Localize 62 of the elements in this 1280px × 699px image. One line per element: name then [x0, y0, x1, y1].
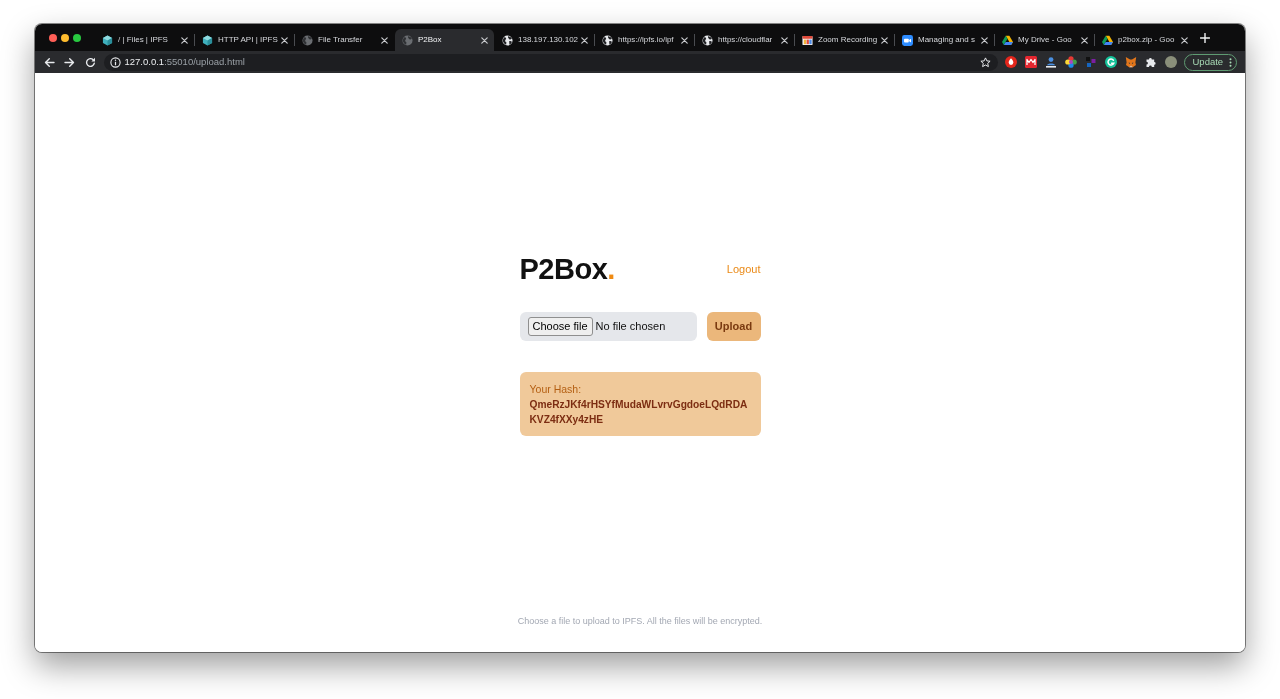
triangle-icon — [1102, 34, 1113, 46]
cube-icon — [102, 34, 113, 46]
browser-tab[interactable]: HTTP API | IPFS — [195, 29, 294, 51]
browser-tab[interactable]: 138.197.130.102 — [495, 29, 594, 51]
upload-button[interactable]: Upload — [706, 312, 761, 341]
close-icon[interactable] — [1181, 36, 1188, 44]
hash-value: QmeRzJKf4rHSYfMudaWLvrvGgdoeLQdRDAKVZ4fXXy4zHE — [529, 398, 749, 427]
close-icon[interactable] — [781, 36, 788, 44]
browser-tab[interactable]: File Transfer — [295, 29, 394, 51]
zigzag-icon[interactable] — [1024, 56, 1037, 68]
close-icon[interactable] — [881, 36, 888, 44]
back-icon[interactable] — [44, 56, 55, 68]
browser-tab[interactable]: p2box.zip - Goo — [1095, 29, 1194, 51]
browser-tab[interactable]: My Drive - Goo — [995, 29, 1094, 51]
circle-arc-icon[interactable] — [1104, 56, 1117, 68]
hash-label: Your Hash: — [529, 382, 583, 397]
close-icon[interactable] — [581, 36, 588, 44]
kebab-icon[interactable] — [1228, 57, 1232, 67]
globe-icon — [702, 34, 713, 46]
blocks-icon[interactable] — [1084, 56, 1097, 68]
browser-tab[interactable]: P2Box — [395, 29, 494, 51]
logo: P2Box. — [519, 255, 615, 284]
globe-icon — [302, 34, 313, 46]
star-icon[interactable] — [979, 56, 991, 68]
choose-file-button[interactable]: Choose file — [527, 317, 593, 336]
close-icon[interactable] — [981, 36, 988, 44]
box-icon — [802, 34, 813, 46]
cube-icon — [202, 34, 213, 46]
browser-tab[interactable]: https://cloudflar — [695, 29, 794, 51]
browser-tab[interactable]: https://ipfs.io/ipf — [595, 29, 694, 51]
window-zoom-icon[interactable] — [73, 33, 81, 42]
close-icon[interactable] — [381, 36, 388, 44]
globe-icon — [502, 34, 513, 46]
url-text: 127.0.0.1:55010/upload.html — [124, 54, 246, 69]
file-input-field[interactable]: Choose file No file chosen — [519, 312, 697, 341]
browser-tab[interactable]: Managing and s — [895, 29, 994, 51]
video-camera-icon — [902, 34, 913, 46]
window-close-icon[interactable] — [49, 33, 57, 42]
avatar-icon[interactable] — [1164, 56, 1177, 68]
footer-text: Choose a file to upload to IPFS. All the files will be encrypted. — [517, 616, 763, 627]
forward-icon[interactable] — [63, 56, 75, 68]
close-icon[interactable] — [681, 36, 688, 44]
globe-icon — [402, 34, 413, 46]
close-icon[interactable] — [181, 36, 188, 44]
file-status-text: No file chosen — [595, 319, 666, 335]
info-icon[interactable] — [109, 56, 121, 68]
triangle-icon — [1002, 34, 1013, 46]
browser-tab[interactable]: / | Files | IPFS — [95, 29, 194, 51]
person-icon[interactable] — [1044, 56, 1057, 68]
browser-tab[interactable]: Zoom Recording — [795, 29, 894, 51]
close-icon[interactable] — [481, 36, 488, 44]
plus-icon[interactable] — [1200, 32, 1210, 43]
globe-icon — [602, 34, 613, 46]
drop-icon[interactable] — [1004, 56, 1017, 68]
fox-icon[interactable] — [1124, 56, 1137, 68]
reload-icon[interactable] — [84, 56, 96, 68]
close-icon[interactable] — [1081, 36, 1088, 44]
address-field[interactable]: 127.0.0.1:55010/upload.html — [103, 53, 998, 71]
window-minimize-icon[interactable] — [61, 33, 69, 42]
puzzle-icon[interactable] — [1144, 56, 1157, 68]
flower-icon[interactable] — [1064, 56, 1077, 68]
close-icon[interactable] — [281, 36, 288, 44]
